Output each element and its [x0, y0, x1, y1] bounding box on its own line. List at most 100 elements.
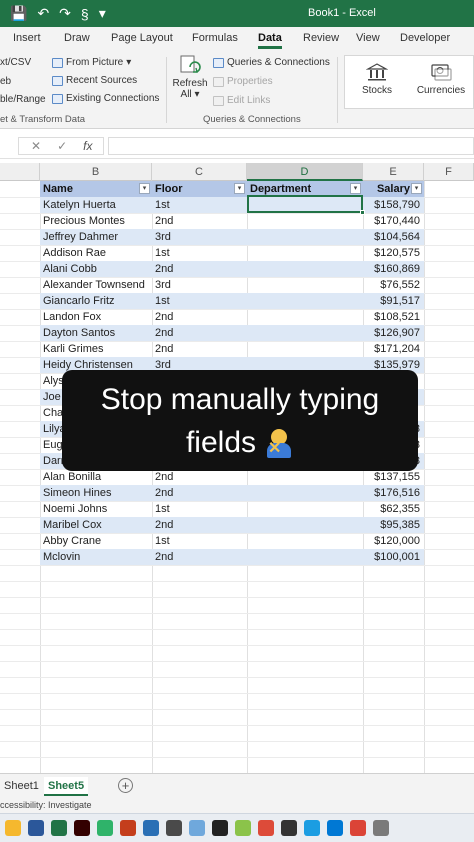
cell-salary[interactable]: $170,440: [363, 213, 424, 229]
cell-name[interactable]: Maribel Cox: [40, 517, 152, 533]
cell-department[interactable]: [247, 293, 363, 309]
cell-floor[interactable]: 1st: [152, 533, 247, 549]
from-table-range-button[interactable]: ble/Range: [0, 94, 46, 105]
cell-floor[interactable]: 3rd: [152, 229, 247, 245]
select-all-corner[interactable]: [0, 163, 40, 181]
cell-name[interactable]: Alani Cobb: [40, 261, 152, 277]
cell-floor[interactable]: 2nd: [152, 485, 247, 501]
cell-department[interactable]: [247, 213, 363, 229]
cell-department[interactable]: [247, 309, 363, 325]
cell-salary[interactable]: $158,790: [363, 197, 424, 213]
sheet-tab-sheet5[interactable]: Sheet5: [44, 777, 89, 796]
cell-department[interactable]: [247, 245, 363, 261]
cell-salary[interactable]: $100,001: [363, 549, 424, 565]
vscode-icon[interactable]: [327, 820, 343, 836]
cell-name[interactable]: Simeon Hines: [40, 485, 152, 501]
tab-draw[interactable]: Draw: [64, 32, 90, 44]
cell-department[interactable]: [247, 485, 363, 501]
edit-links-button[interactable]: Edit Links: [213, 95, 270, 106]
filter-dropdown-icon[interactable]: ▾: [350, 183, 361, 194]
sensitivity-icon[interactable]: §: [81, 6, 89, 22]
excel-icon[interactable]: [51, 820, 67, 836]
header-floor[interactable]: Floor ▾: [152, 181, 247, 197]
cell-name[interactable]: Noemi Johns: [40, 501, 152, 517]
column-header-b[interactable]: B: [40, 163, 152, 181]
cell-floor[interactable]: 1st: [152, 501, 247, 517]
cell-salary[interactable]: $95,385: [363, 517, 424, 533]
file-explorer-icon[interactable]: [5, 820, 21, 836]
cell-salary[interactable]: $160,869: [363, 261, 424, 277]
cell-department[interactable]: [247, 533, 363, 549]
filter-dropdown-icon[interactable]: ▾: [411, 183, 422, 194]
cell-floor[interactable]: 2nd: [152, 469, 247, 485]
tab-data[interactable]: Data: [258, 32, 282, 44]
cell-salary[interactable]: $126,907: [363, 325, 424, 341]
from-picture-button[interactable]: From Picture ▾: [52, 57, 131, 68]
cell-salary[interactable]: $120,575: [363, 245, 424, 261]
lime-app-icon[interactable]: [235, 820, 251, 836]
cell-department[interactable]: [247, 261, 363, 277]
fill-handle[interactable]: [360, 210, 365, 215]
cell-floor[interactable]: 1st: [152, 293, 247, 309]
add-sheet-button[interactable]: +: [118, 778, 133, 793]
column-header-c[interactable]: C: [152, 163, 247, 181]
cell-salary[interactable]: $171,204: [363, 341, 424, 357]
cell-salary[interactable]: $76,552: [363, 277, 424, 293]
cell-salary[interactable]: $120,000: [363, 533, 424, 549]
sheet-tab-sheet1[interactable]: Sheet1: [0, 777, 43, 796]
settings-icon[interactable]: [373, 820, 389, 836]
enter-icon[interactable]: ✓: [57, 139, 67, 153]
cell-name[interactable]: Karli Grimes: [40, 341, 152, 357]
cell-salary[interactable]: $104,564: [363, 229, 424, 245]
cell-name[interactable]: Landon Fox: [40, 309, 152, 325]
green-app-icon[interactable]: [97, 820, 113, 836]
cell-floor[interactable]: 3rd: [152, 277, 247, 293]
filter-dropdown-icon[interactable]: ▾: [139, 183, 150, 194]
cell-salary[interactable]: $91,517: [363, 293, 424, 309]
cell-department[interactable]: [247, 229, 363, 245]
accessibility-status[interactable]: ccessibility: Investigate: [0, 800, 92, 810]
cell-floor[interactable]: 2nd: [152, 549, 247, 565]
column-header-d[interactable]: D: [247, 163, 363, 181]
tab-view[interactable]: View: [356, 32, 380, 44]
cell-floor[interactable]: 1st: [152, 197, 247, 213]
currencies-button[interactable]: Currencies: [413, 62, 469, 96]
tab-review[interactable]: Review: [303, 32, 339, 44]
cell-salary[interactable]: $62,355: [363, 501, 424, 517]
redo-icon[interactable]: ↷: [59, 5, 71, 22]
cell-name[interactable]: Abby Crane: [40, 533, 152, 549]
cell-name[interactable]: Precious Montes: [40, 213, 152, 229]
queries-connections-button[interactable]: Queries & Connections: [213, 57, 330, 68]
cell-department[interactable]: [247, 549, 363, 565]
properties-button[interactable]: Properties: [213, 76, 273, 87]
cell-department[interactable]: [247, 501, 363, 517]
from-text-csv-button[interactable]: xt/CSV: [0, 57, 31, 68]
chrome-icon[interactable]: [258, 820, 274, 836]
cell-name[interactable]: Alexander Townsend: [40, 277, 152, 293]
illustrator-icon[interactable]: [74, 820, 90, 836]
column-header-e[interactable]: E: [363, 163, 424, 181]
cell-floor[interactable]: 2nd: [152, 341, 247, 357]
cell-name[interactable]: Jeffrey Dahmer: [40, 229, 152, 245]
cell-name[interactable]: Katelyn Huerta: [40, 197, 152, 213]
save-icon[interactable]: 💾: [10, 5, 27, 22]
chrome-alt-icon[interactable]: [350, 820, 366, 836]
customize-chevron-icon[interactable]: ▾: [99, 5, 106, 22]
active-cell-d2[interactable]: [247, 195, 363, 213]
dark-app-icon[interactable]: [281, 820, 297, 836]
header-salary[interactable]: Salary ▾: [363, 181, 424, 197]
edge-icon[interactable]: [304, 820, 320, 836]
notepad-icon[interactable]: [189, 820, 205, 836]
cell-department[interactable]: [247, 277, 363, 293]
insert-function-icon[interactable]: fx: [83, 139, 92, 153]
powerpoint-icon[interactable]: [120, 820, 136, 836]
cancel-icon[interactable]: ✕: [31, 139, 41, 153]
cell-floor[interactable]: 2nd: [152, 517, 247, 533]
cell-floor[interactable]: 1st: [152, 245, 247, 261]
cell-salary[interactable]: $137,155: [363, 469, 424, 485]
terminal-icon[interactable]: [166, 820, 182, 836]
formula-input[interactable]: [108, 137, 474, 155]
cell-floor[interactable]: 2nd: [152, 309, 247, 325]
cell-department[interactable]: [247, 469, 363, 485]
cell-name[interactable]: Addison Rae: [40, 245, 152, 261]
